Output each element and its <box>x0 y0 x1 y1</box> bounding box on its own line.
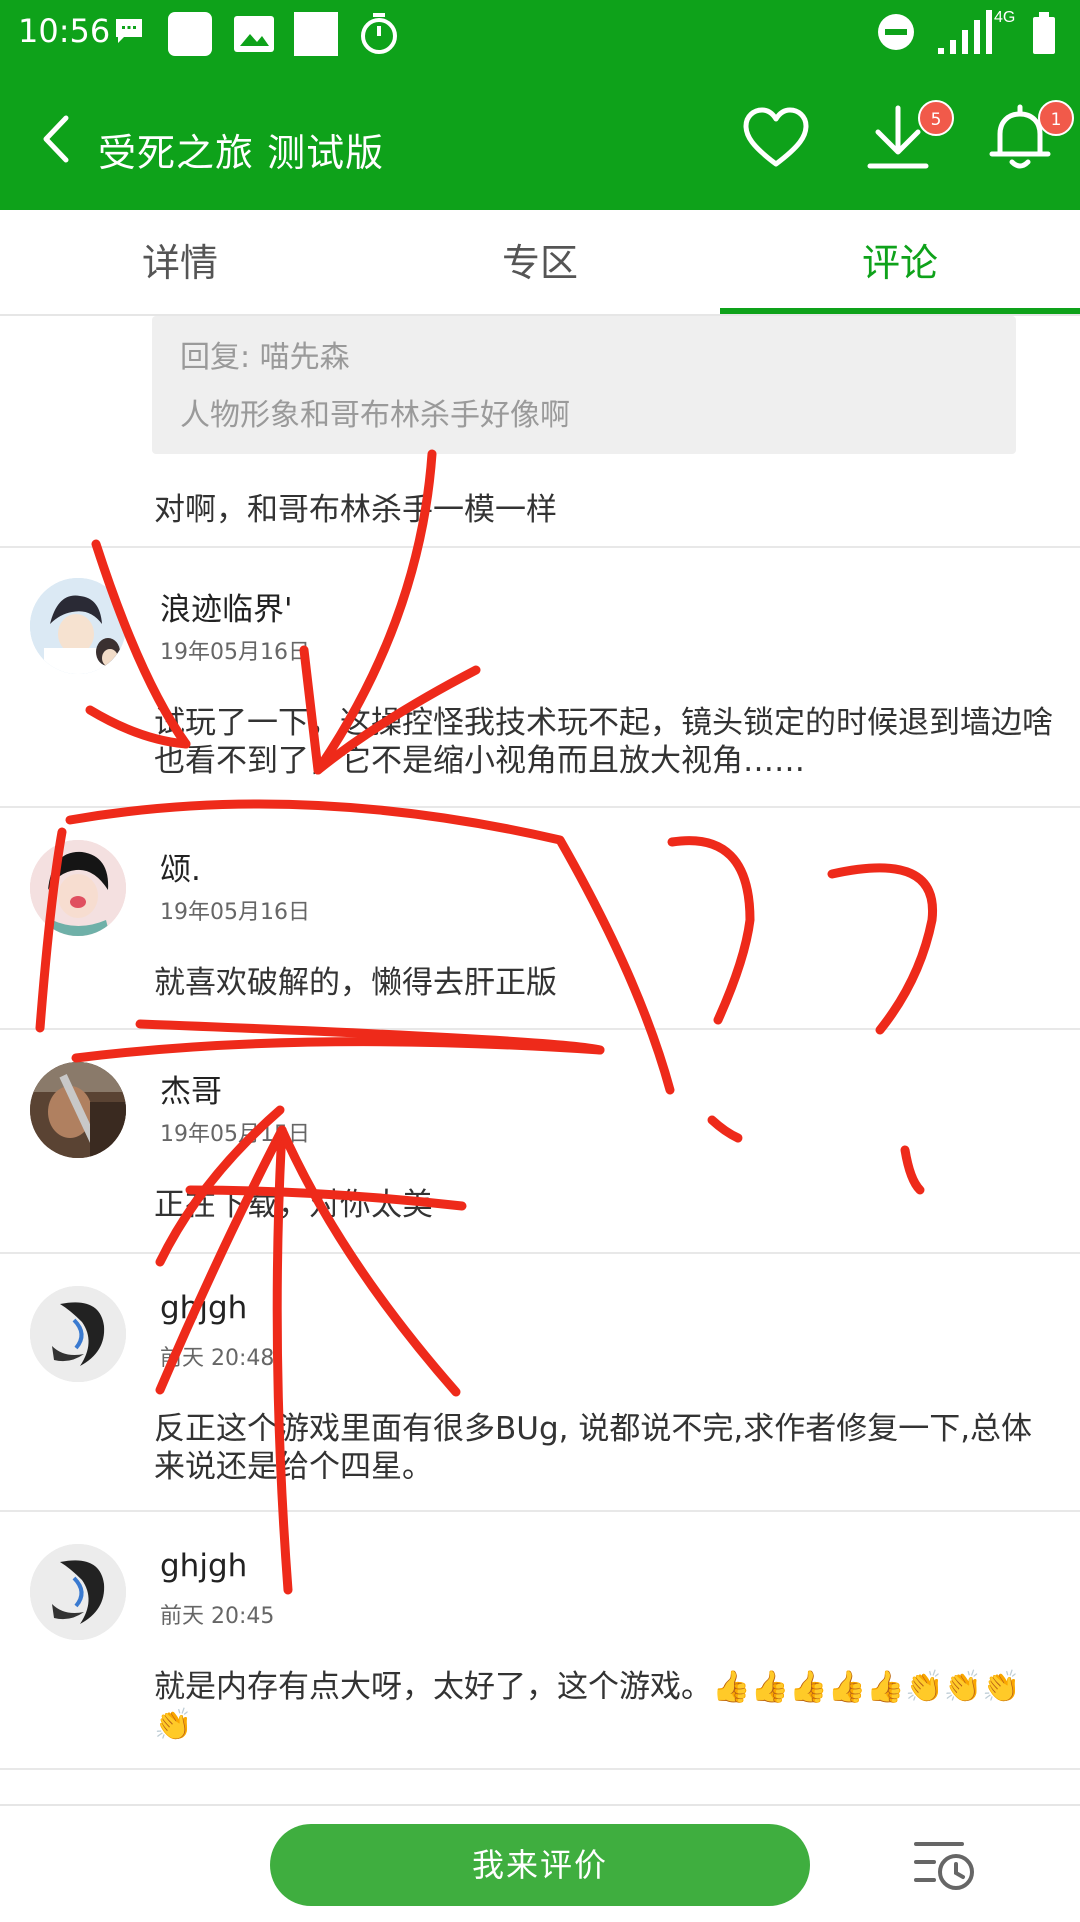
title-bar: 受死之旅 测试版 <box>0 66 1080 210</box>
comment-date: 前天 20:48 <box>160 1346 275 1371</box>
user-avatar[interactable] <box>30 1062 126 1158</box>
write-review-button[interactable]: 我来评价 <box>270 1824 810 1906</box>
divider <box>0 1768 1080 1770</box>
comment-date: 19年05月15日 <box>160 1122 310 1147</box>
status-time: 10:56 <box>18 12 111 50</box>
comment-text: 反正这个游戏里面有很多BUg, 说都说不完,求作者修复一下,总体来说还是给个四星… <box>154 1411 1033 1485</box>
tab-zone[interactable]: 专区 <box>360 210 720 314</box>
signal-icon: 4G <box>938 9 1015 54</box>
tab-details[interactable]: 详情 <box>0 210 360 314</box>
app-notification-icon <box>294 12 338 56</box>
comment-author[interactable]: 浪迹临界' <box>160 584 293 629</box>
user-avatar[interactable] <box>30 578 126 674</box>
battery-icon <box>1033 12 1055 54</box>
reply-to-label: 回复: 喵先森 <box>180 340 350 375</box>
tab-bar: 详情 专区 评论 <box>0 210 1080 316</box>
user-avatar[interactable] <box>30 1286 126 1382</box>
do-not-disturb-icon <box>878 14 914 50</box>
network-type: 4G <box>994 9 1015 26</box>
favorite-heart-icon[interactable] <box>740 102 812 174</box>
comment-text: 对啊，和哥布林杀手一模一样 <box>154 492 557 528</box>
user-avatar[interactable] <box>30 1544 126 1640</box>
app-header: 10:56 4G 受死之旅 测试版 <box>0 0 1080 210</box>
comment-item[interactable]: ghjgh 前天 20:45 就是内存有点大呀，太好了，这个游戏。👍👍👍👍👍👏👏… <box>0 1512 1080 1768</box>
notification-count-badge: 1 <box>1038 100 1074 136</box>
comment-author[interactable]: 杰哥 <box>160 1066 222 1111</box>
page-title: 受死之旅 测试版 <box>98 131 385 175</box>
active-tab-indicator <box>720 308 1080 314</box>
app-notification-icon <box>168 12 212 56</box>
download-count-badge: 5 <box>918 100 954 136</box>
comment-item[interactable]: 浪迹临界' 19年05月16日 试玩了一下，这操控怪我技术玩不起，镜头锁定的时候… <box>0 548 1080 806</box>
comment-text: 正在下载，对你太美 <box>154 1187 433 1223</box>
comment-date: 19年05月16日 <box>160 640 310 665</box>
comment-date: 前天 20:45 <box>160 1604 275 1629</box>
comment-author[interactable]: 颂. <box>160 844 201 889</box>
tab-comments[interactable]: 评论 <box>720 210 1080 314</box>
message-icon <box>116 19 142 43</box>
quoted-reply[interactable]: 回复: 喵先森 人物形象和哥布林杀手好像啊 <box>152 316 1016 454</box>
history-list-icon[interactable] <box>912 1832 978 1898</box>
comment-text: 就是内存有点大呀，太好了，这个游戏。👍👍👍👍👍👏👏👏👏 <box>154 1669 1021 1743</box>
comment-text: 就喜欢破解的，懒得去肝正版 <box>154 965 557 1001</box>
comment-text: 试玩了一下，这操控怪我技术玩不起，镜头锁定的时候退到墙边啥也看不到了，它不是缩小… <box>154 705 1053 779</box>
back-arrow-icon[interactable] <box>30 106 90 172</box>
comment-item[interactable]: 颂. 19年05月16日 就喜欢破解的，懒得去肝正版 <box>0 808 1080 1028</box>
bottom-action-bar: 我来评价 <box>0 1804 1080 1922</box>
comment-author[interactable]: ghjgh <box>160 1290 247 1326</box>
reply-quote-text: 人物形象和哥布林杀手好像啊 <box>180 398 570 433</box>
comment-item[interactable]: 杰哥 19年05月15日 正在下载，对你太美 <box>0 1030 1080 1252</box>
comment-author[interactable]: ghjgh <box>160 1548 247 1584</box>
user-avatar[interactable] <box>30 840 126 936</box>
image-icon <box>234 16 274 52</box>
comment-date: 19年05月16日 <box>160 900 310 925</box>
timer-icon <box>361 13 397 54</box>
status-bar: 10:56 4G <box>0 0 1080 66</box>
comment-item[interactable]: ghjgh 前天 20:48 反正这个游戏里面有很多BUg, 说都说不完,求作者… <box>0 1254 1080 1510</box>
